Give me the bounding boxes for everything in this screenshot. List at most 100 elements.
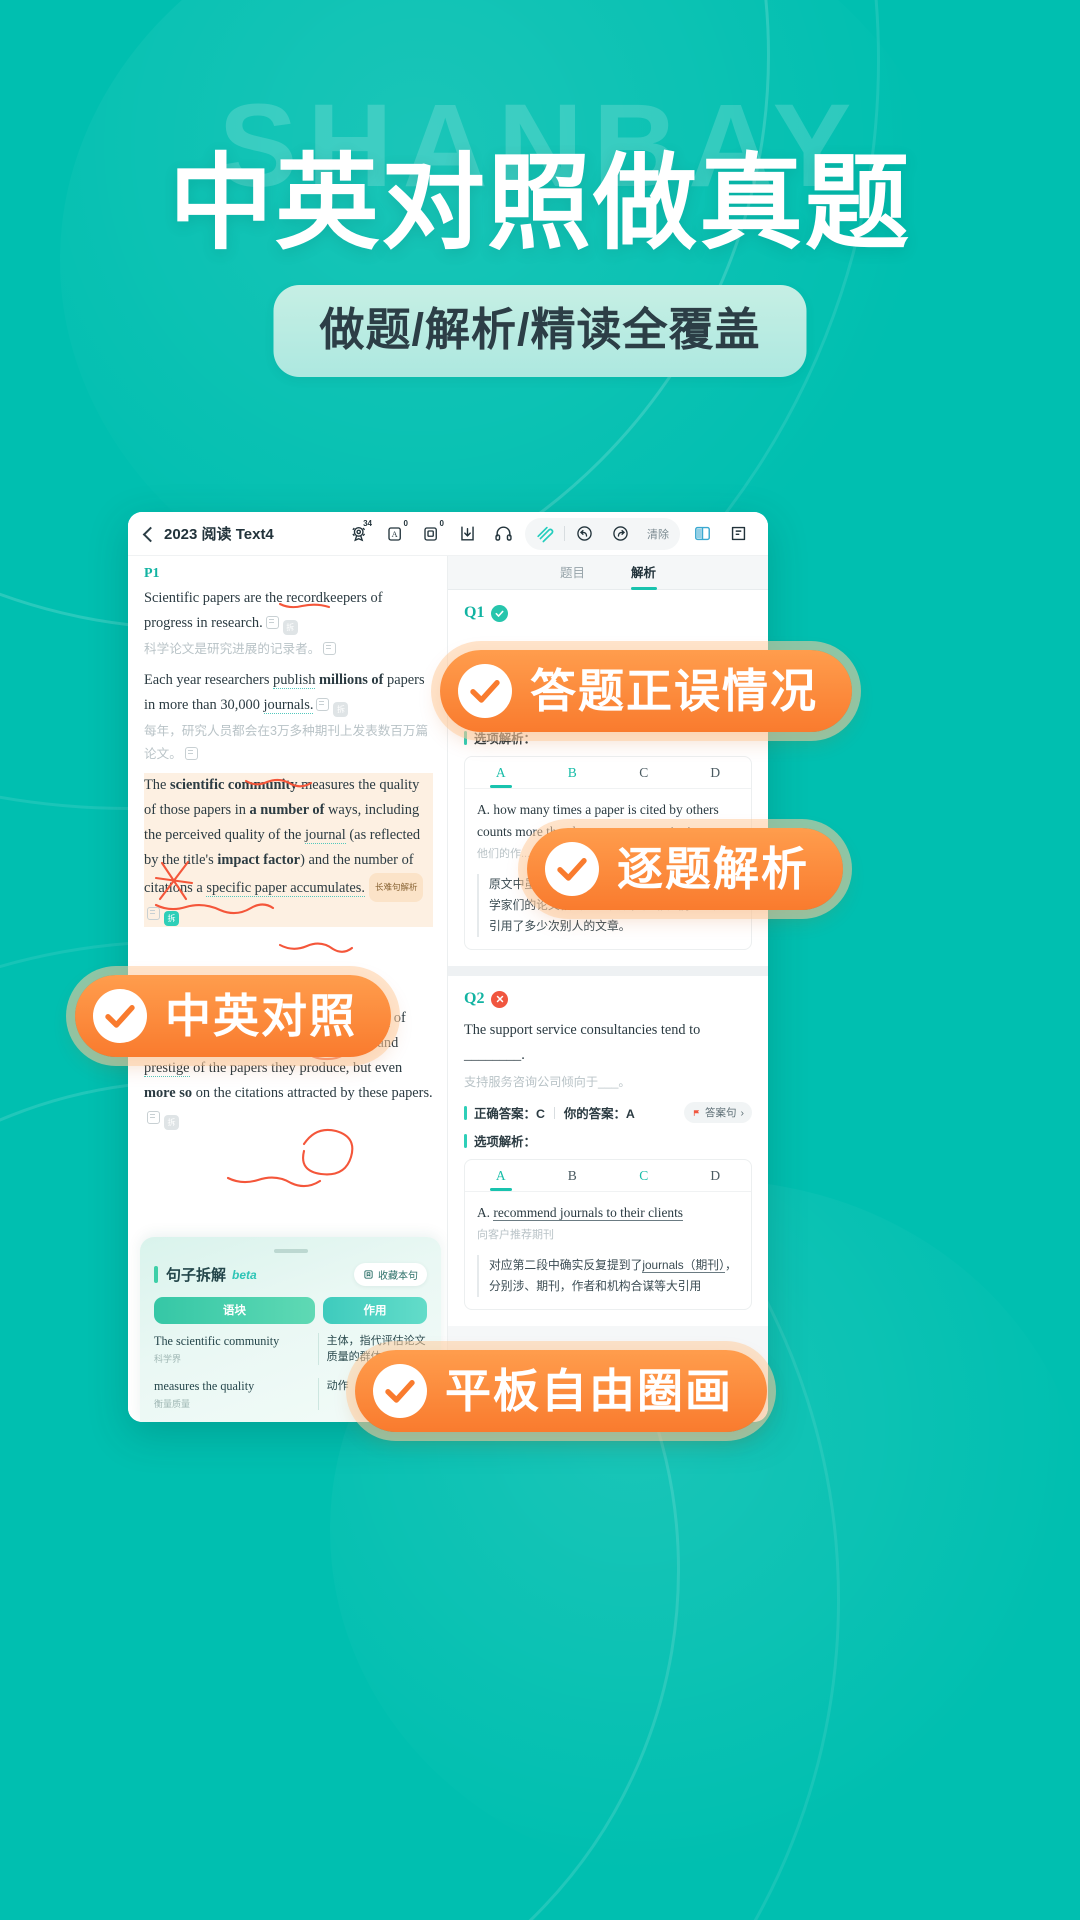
question-stem: The support service consultancies tend t… xyxy=(464,1022,701,1063)
breakdown-column-headers: 语块 作用 xyxy=(154,1297,427,1324)
chinese-translation: 每年，研究人员都会在3万多种期刊上发表数百万篇论文。 xyxy=(144,724,429,761)
question-number: Q1 xyxy=(464,604,485,621)
option-translation: 向客户推荐期刊 xyxy=(477,1229,554,1241)
option-tab-a[interactable]: A xyxy=(465,1160,537,1191)
long-sentence-tag[interactable]: 长难句解析 xyxy=(368,873,424,902)
option-tab-d[interactable]: D xyxy=(680,757,752,788)
accent-bar xyxy=(154,1266,158,1283)
app-toolbar: 2023 阅读 Text4 34 A 0 0 清除 xyxy=(128,512,768,556)
question-number: Q2 xyxy=(464,990,485,1007)
split-chip[interactable]: 拆 xyxy=(164,911,179,926)
check-circle-icon xyxy=(491,604,509,622)
explanation-link[interactable]: journals（期刊） xyxy=(642,1258,725,1273)
column-divider xyxy=(317,1378,319,1410)
callout-answer-status: 答题正误情况 xyxy=(440,650,852,732)
check-circle-icon xyxy=(545,842,599,896)
callout-label: 逐题解析 xyxy=(617,843,809,895)
word-card-icon[interactable]: A 0 xyxy=(377,518,413,550)
favorite-sentence-label: 收藏本句 xyxy=(378,1271,418,1282)
drag-handle[interactable] xyxy=(273,1249,308,1253)
chevron-right-icon: › xyxy=(740,1106,745,1119)
chinese-translation: 科学论文是研究进展的记录者。 xyxy=(144,638,433,661)
headphone-icon[interactable] xyxy=(485,518,521,550)
english-sentence[interactable]: Scientific papers are the recordkeepers … xyxy=(144,586,433,636)
callout-label: 平板自由圈画 xyxy=(445,1365,733,1417)
divider xyxy=(553,1106,555,1119)
split-view-icon[interactable] xyxy=(684,518,720,550)
option-tab-c[interactable]: C xyxy=(608,757,680,788)
favorite-sentence-button[interactable]: 收藏本句 xyxy=(354,1263,427,1286)
question-stem-translation: 支持服务咨询公司倾向于___。 xyxy=(464,1075,631,1089)
option-tab-d[interactable]: D xyxy=(680,1160,752,1191)
callout-bilingual: 中英对照 xyxy=(75,975,391,1057)
copy-icon[interactable] xyxy=(265,616,279,629)
toolbar-icon-group: 34 A 0 0 清除 xyxy=(341,517,756,550)
word-card-count-badge: 0 xyxy=(403,518,408,528)
answer-sentence-button[interactable]: 答案句 › xyxy=(684,1102,752,1123)
undo-icon[interactable] xyxy=(566,518,602,550)
option-analysis-label: 选项解析： xyxy=(474,1135,536,1149)
sentence-breakdown-title: 句子拆解 xyxy=(166,1267,227,1284)
column-header-chunk: 语块 xyxy=(154,1297,316,1324)
chunk-text: measures the quality xyxy=(154,1379,255,1393)
accent-bar xyxy=(464,731,467,745)
chevron-left-icon[interactable] xyxy=(138,524,158,544)
document-title: 2023 阅读 Text4 xyxy=(164,526,274,543)
callout-tablet-drawing: 平板自由圈画 xyxy=(355,1350,767,1432)
split-chip[interactable]: 拆 xyxy=(164,1115,179,1130)
tab-questions[interactable]: 题目 xyxy=(560,562,585,583)
check-circle-icon xyxy=(93,989,147,1043)
option-body: A. recommend journals to their clients 向… xyxy=(465,1192,751,1309)
check-circle-icon xyxy=(458,664,512,718)
option-tab-bar: A B C D xyxy=(465,1160,751,1192)
x-circle-icon xyxy=(491,990,509,1008)
redo-icon[interactable] xyxy=(602,518,638,550)
column-divider xyxy=(317,1333,319,1365)
split-chip[interactable]: 拆 xyxy=(282,620,298,635)
page-title: 中英对照做真题 xyxy=(168,146,911,262)
tab-analysis[interactable]: 解析 xyxy=(631,562,656,583)
flag-icon xyxy=(693,1109,700,1116)
clear-annotations-button[interactable]: 清除 xyxy=(638,526,678,542)
svg-text:A: A xyxy=(392,530,398,539)
copy-icon[interactable] xyxy=(316,698,330,711)
question-header: Q2 xyxy=(464,990,752,1008)
question-block-q2: Q2 The support service consultancies ten… xyxy=(448,976,768,1326)
beta-label: beta xyxy=(232,1267,257,1282)
copy-icon[interactable] xyxy=(323,642,337,655)
answer-sentence-label: 答案句 xyxy=(705,1107,737,1119)
paragraph-label: P1 xyxy=(144,566,160,581)
option-tab-bar: A B C D xyxy=(465,757,751,789)
download-icon[interactable] xyxy=(449,518,485,550)
accent-bar xyxy=(464,1134,467,1148)
chunk-translation: 衡量质量 xyxy=(154,1399,191,1409)
english-sentence-highlighted[interactable]: The scientific community measures the qu… xyxy=(144,773,433,927)
your-answer: 你的答案：A xyxy=(563,1106,635,1121)
option-tab-c[interactable]: C xyxy=(608,1160,680,1191)
answer-summary-row: 正确答案：C 你的答案：A 答案句 › xyxy=(464,1102,752,1123)
copy-icon[interactable] xyxy=(147,1111,160,1124)
split-chip[interactable]: 拆 xyxy=(333,702,349,717)
question-header: Q1 xyxy=(464,604,752,622)
note-icon[interactable] xyxy=(720,518,756,550)
english-sentence[interactable]: Each year researchers publish millions o… xyxy=(144,668,433,718)
subtitle-text: 做题/解析/精读全覆盖 xyxy=(319,304,761,355)
phrase-card-icon[interactable]: 0 xyxy=(413,518,449,550)
medal-count-badge: 34 xyxy=(363,518,372,528)
column-header-role: 作用 xyxy=(323,1297,427,1324)
option-analysis-row: 选项解析： xyxy=(464,1132,752,1150)
correct-answer: 正确答案：C xyxy=(474,1106,545,1121)
highlighter-pen-icon[interactable] xyxy=(527,518,563,550)
copy-icon[interactable] xyxy=(147,907,160,920)
callout-label: 中英对照 xyxy=(165,990,357,1042)
option-tab-b[interactable]: B xyxy=(537,1160,609,1191)
medal-icon[interactable]: 34 xyxy=(341,518,377,550)
option-tab-a[interactable]: A xyxy=(465,757,537,788)
callout-label: 答题正误情况 xyxy=(530,665,818,717)
chunk-translation: 科学界 xyxy=(154,1354,182,1364)
bookmark-icon xyxy=(364,1270,373,1279)
copy-icon[interactable] xyxy=(184,747,198,760)
question-separator xyxy=(448,966,768,976)
tablet-mockup: 2023 阅读 Text4 34 A 0 0 清除 P1 Scientific … xyxy=(128,512,768,1422)
option-tab-b[interactable]: B xyxy=(537,757,609,788)
